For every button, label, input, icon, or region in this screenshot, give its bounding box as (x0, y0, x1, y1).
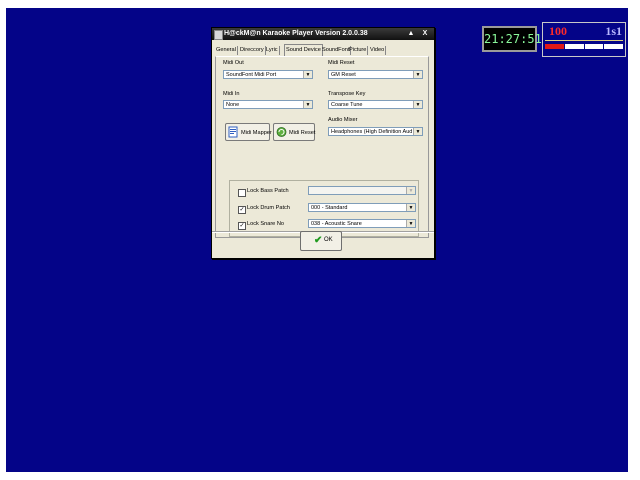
midi-reset-button-label: Midi Reset (289, 130, 316, 136)
chevron-down-icon[interactable]: ▼ (413, 71, 422, 78)
midi-mapper-label: Midi Mapper (241, 130, 272, 136)
transpose-key-select[interactable]: Coarse Tune ▼ (328, 100, 423, 109)
midi-out-value: SoundFont Midi Port (226, 72, 277, 78)
chevron-down-icon[interactable]: ▼ (406, 204, 415, 211)
lock-drum-label: Lock Drum Patch (247, 205, 290, 211)
ok-label: OK (324, 237, 333, 243)
lock-bass-label: Lock Bass Patch (247, 188, 289, 194)
audio-mixer-label: Audio Mixer (328, 117, 358, 123)
score-divider (545, 40, 623, 41)
tab-video[interactable]: Video (369, 46, 387, 55)
score-right: 1s1 (605, 24, 622, 38)
level-segment (584, 44, 604, 49)
lock-drum-checkbox[interactable]: ✓ (238, 206, 246, 214)
tab-sound-device[interactable]: Sound Device (284, 44, 323, 56)
tab-soundfont[interactable]: SoundFont (321, 46, 352, 55)
transpose-key-value: Coarse Tune (331, 102, 363, 108)
midi-in-value: None (226, 102, 240, 108)
transpose-key-label: Transpose Key (328, 91, 366, 97)
midi-reset-button[interactable]: Midi Reset (273, 123, 315, 141)
audio-mixer-value: Headphones (High Definition Aud (331, 129, 413, 135)
midi-out-select[interactable]: SoundFont Midi Port ▼ (223, 70, 313, 79)
audio-mixer-select[interactable]: Headphones (High Definition Aud ▼ (328, 127, 423, 136)
score-left: 100 (549, 24, 567, 38)
chevron-down-icon[interactable]: ▼ (413, 128, 422, 135)
tab-directory[interactable]: Direccory (239, 46, 266, 55)
window-title: H@ckM@n Karaoke Player Version 2.0.0.38 (224, 30, 368, 37)
level-segment (564, 44, 584, 49)
lock-snare-select[interactable]: 038 - Acoustic Snare ▼ (308, 219, 416, 228)
tab-lyric[interactable]: Lyric (265, 46, 280, 55)
lock-drum-value: 000 - Standard (311, 205, 348, 211)
chevron-down-icon[interactable]: ▼ (413, 101, 422, 108)
clock-display: 21:27:51 (482, 26, 542, 52)
sound-device-panel: Midi Out SoundFont Midi Port ▼ Midi In N… (215, 56, 429, 238)
lock-snare-checkbox[interactable]: ✓ (238, 222, 246, 230)
tab-picture[interactable]: Picture (348, 46, 369, 55)
checkmark-icon: ✔ (314, 235, 323, 246)
chevron-down-icon[interactable]: ▼ (303, 101, 312, 108)
reset-icon (276, 127, 287, 137)
midi-in-label: Midi In (223, 91, 240, 97)
lock-snare-value: 038 - Acoustic Snare (311, 221, 362, 227)
tab-general[interactable]: General (215, 46, 238, 55)
ok-button[interactable]: ✔ OK (300, 231, 342, 251)
lock-snare-label: Lock Snare No (247, 221, 285, 227)
desktop-background: H@ckM@n Karaoke Player Version 2.0.0.38 … (6, 8, 628, 472)
midi-in-select[interactable]: None ▼ (223, 100, 313, 109)
minimize-button[interactable]: ▲ (405, 29, 417, 38)
midi-mapper-icon (228, 126, 238, 138)
lock-drum-select[interactable]: 000 - Standard ▼ (308, 203, 416, 212)
lock-bass-select: ▼ (308, 186, 416, 195)
score-panel: 100 1s1 (542, 22, 626, 57)
tab-bar: General Direccory Lyric Sound Device Sou… (215, 44, 431, 56)
level-segment (545, 44, 564, 49)
level-meter (545, 44, 623, 49)
chevron-down-icon: ▼ (406, 187, 415, 194)
midi-reset-value: GM Reset (331, 72, 356, 78)
app-icon (214, 30, 223, 40)
lock-patch-group: Lock Bass Patch ▼ ✓ Lock Drum Patch 000 … (229, 180, 419, 237)
midi-mapper-button[interactable]: Midi Mapper (225, 123, 272, 141)
midi-reset-label: Midi Reset (328, 60, 355, 66)
chevron-down-icon[interactable]: ▼ (406, 220, 415, 227)
lock-bass-checkbox[interactable] (238, 189, 246, 197)
midi-out-label: Midi Out (223, 60, 244, 66)
level-segment (604, 44, 623, 49)
chevron-down-icon[interactable]: ▼ (303, 71, 312, 78)
midi-reset-select[interactable]: GM Reset ▼ (328, 70, 423, 79)
settings-dialog: H@ckM@n Karaoke Player Version 2.0.0.38 … (211, 27, 435, 259)
title-bar[interactable]: H@ckM@n Karaoke Player Version 2.0.0.38 … (212, 28, 434, 40)
close-button[interactable]: X (419, 29, 431, 38)
